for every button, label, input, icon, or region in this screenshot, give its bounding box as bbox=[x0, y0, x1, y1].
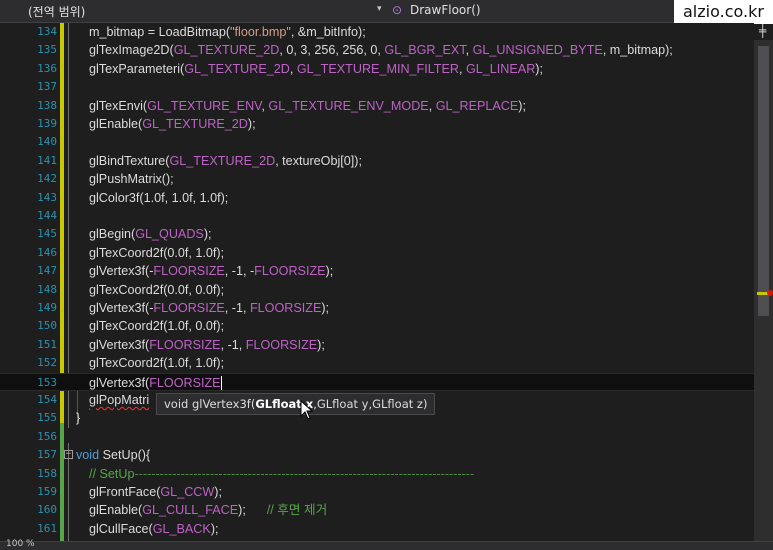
code-line[interactable]: 160 glEnable(GL_CULL_FACE); // 후면 제거 bbox=[0, 501, 754, 519]
code-text[interactable]: glVertex3f(-FLOORSIZE, -1, FLOORSIZE); bbox=[89, 299, 329, 317]
line-number: 146 bbox=[37, 245, 57, 259]
code-line[interactable]: 151 glVertex3f(FLOORSIZE, -1, FLOORSIZE); bbox=[0, 336, 754, 354]
code-line[interactable]: 139 glEnable(GL_TEXTURE_2D); bbox=[0, 115, 754, 133]
line-number: 154 bbox=[37, 393, 57, 406]
line-number: 160 bbox=[37, 503, 57, 517]
line-number: 143 bbox=[37, 190, 57, 204]
editor-navigation-bar: (전역 범위) ▾ ⊙ DrawFloor() bbox=[0, 0, 773, 23]
line-number: 156 bbox=[37, 429, 57, 443]
code-text[interactable]: } bbox=[76, 409, 80, 427]
function-dropdown[interactable]: DrawFloor() bbox=[410, 3, 481, 17]
code-text[interactable]: glTexParameteri(GL_TEXTURE_2D, GL_TEXTUR… bbox=[89, 60, 543, 78]
code-line[interactable]: 144 bbox=[0, 207, 754, 225]
line-number: 139 bbox=[37, 117, 57, 130]
code-text[interactable]: glTexCoord2f(0.0f, 1.0f); bbox=[89, 244, 224, 262]
code-line[interactable]: 134 m_bitmap = LoadBitmap("floor.bmp", &m… bbox=[0, 23, 754, 41]
line-number: 145 bbox=[37, 227, 57, 241]
code-line[interactable]: 138 glTexEnvi(GL_TEXTURE_ENV, GL_TEXTURE_… bbox=[0, 97, 754, 115]
function-icon: ⊙ bbox=[392, 3, 403, 17]
code-line[interactable]: 148 glTexCoord2f(0.0f, 0.0f); bbox=[0, 281, 754, 299]
code-line[interactable]: 146 glTexCoord2f(0.0f, 1.0f); bbox=[0, 244, 754, 262]
code-text[interactable]: void SetUp(){ bbox=[76, 446, 150, 464]
chevron-down-icon[interactable]: ▾ bbox=[377, 4, 382, 14]
code-text[interactable]: glTexCoord2f(1.0f, 0.0f); bbox=[89, 317, 224, 335]
line-number: 140 bbox=[37, 135, 57, 149]
mouse-cursor-icon bbox=[300, 400, 314, 420]
code-text[interactable]: glFrontFace(GL_CCW); bbox=[89, 483, 222, 501]
line-number: 158 bbox=[37, 466, 57, 480]
line-number: 153 bbox=[37, 375, 57, 389]
code-line[interactable]: 140 bbox=[0, 133, 754, 151]
line-number: 148 bbox=[37, 282, 57, 296]
line-number: 149 bbox=[37, 301, 57, 314]
line-number: 142 bbox=[37, 172, 57, 186]
code-line[interactable]: 142 glPushMatrix(); bbox=[0, 170, 754, 188]
code-text[interactable]: glVertex3f(-FLOORSIZE, -1, -FLOORSIZE); bbox=[89, 262, 333, 280]
code-text[interactable]: glPopMatri bbox=[89, 391, 149, 409]
code-text[interactable]: glVertex3f(FLOORSIZE, -1, FLOORSIZE); bbox=[89, 336, 325, 354]
code-line[interactable]: 136 glTexParameteri(GL_TEXTURE_2D, GL_TEX… bbox=[0, 60, 754, 78]
code-line[interactable]: 137 bbox=[0, 78, 754, 96]
code-line[interactable]: 150 glTexCoord2f(1.0f, 0.0f); bbox=[0, 317, 754, 335]
collapse-icon[interactable]: − bbox=[64, 450, 73, 460]
line-number: 161 bbox=[37, 521, 57, 535]
line-number: 152 bbox=[37, 356, 57, 370]
code-text[interactable]: m_bitmap = LoadBitmap("floor.bmp", &m_bi… bbox=[89, 23, 366, 41]
code-line[interactable]: 152 glTexCoord2f(1.0f, 1.0f); bbox=[0, 354, 754, 372]
code-text[interactable]: // SetUp--------------------------------… bbox=[89, 465, 474, 483]
scrollbar-error-marker bbox=[767, 290, 773, 296]
code-line[interactable]: 141 glBindTexture(GL_TEXTURE_2D, textureO… bbox=[0, 152, 754, 170]
code-text[interactable]: glTexCoord2f(1.0f, 1.0f); bbox=[89, 354, 224, 372]
line-number: 137 bbox=[37, 80, 57, 94]
code-line[interactable]: 147 glVertex3f(-FLOORSIZE, -1, -FLOORSIZE… bbox=[0, 262, 754, 280]
tooltip-signature-rest: ,GLfloat y,GLfloat z) bbox=[313, 397, 428, 411]
tooltip-signature-prefix: void glVertex3f( bbox=[164, 397, 256, 411]
watermark-label: alzio.co.kr bbox=[674, 0, 773, 24]
scope-dropdown[interactable]: (전역 범위) bbox=[28, 3, 85, 20]
code-line[interactable]: 157− void SetUp(){ bbox=[0, 446, 754, 464]
code-text[interactable]: glEnable(GL_TEXTURE_2D); bbox=[89, 115, 256, 133]
code-text[interactable]: glColor3f(1.0f, 1.0f, 1.0f); bbox=[89, 189, 228, 207]
code-line[interactable]: 159 glFrontFace(GL_CCW); bbox=[0, 483, 754, 501]
code-line[interactable]: 135 glTexImage2D(GL_TEXTURE_2D, 0, 3, 256… bbox=[0, 41, 754, 59]
vertical-scrollbar[interactable] bbox=[754, 40, 773, 541]
code-text[interactable]: glBegin(GL_QUADS); bbox=[89, 225, 212, 243]
zoom-level[interactable]: 100 % bbox=[6, 539, 35, 549]
split-window-icon[interactable]: ╪ bbox=[759, 24, 766, 38]
line-number: 135 bbox=[37, 43, 57, 57]
code-line[interactable]: 145 glBegin(GL_QUADS); bbox=[0, 225, 754, 243]
line-number: 159 bbox=[37, 485, 57, 498]
line-number: 136 bbox=[37, 61, 57, 75]
code-editor[interactable]: 134 m_bitmap = LoadBitmap("floor.bmp", &m… bbox=[0, 23, 754, 541]
code-text[interactable]: glTexCoord2f(0.0f, 0.0f); bbox=[89, 281, 224, 299]
line-number: 155 bbox=[37, 411, 57, 425]
line-number: 141 bbox=[37, 153, 57, 167]
code-text[interactable]: glPushMatrix(); bbox=[89, 170, 174, 188]
code-text[interactable]: glTexImage2D(GL_TEXTURE_2D, 0, 3, 256, 2… bbox=[89, 41, 673, 59]
code-text[interactable]: glVertex3f(FLOORSIZE bbox=[89, 374, 222, 392]
line-number: 138 bbox=[37, 98, 57, 112]
line-number: 147 bbox=[37, 264, 57, 278]
line-number: 157 bbox=[37, 448, 57, 462]
code-text[interactable]: glBindTexture(GL_TEXTURE_2D, textureObj[… bbox=[89, 152, 362, 170]
code-line[interactable]: 153 glVertex3f(FLOORSIZE bbox=[0, 372, 754, 392]
line-number: 134 bbox=[37, 25, 57, 38]
code-line[interactable]: 149 glVertex3f(-FLOORSIZE, -1, FLOORSIZE)… bbox=[0, 299, 754, 317]
code-text[interactable]: glTexEnvi(GL_TEXTURE_ENV, GL_TEXTURE_ENV… bbox=[89, 97, 526, 115]
code-line[interactable]: 143 glColor3f(1.0f, 1.0f, 1.0f); bbox=[0, 189, 754, 207]
code-line[interactable]: 156 bbox=[0, 428, 754, 446]
scrollbar-thumb[interactable] bbox=[758, 46, 769, 316]
line-number: 150 bbox=[37, 319, 57, 333]
line-number: 144 bbox=[37, 209, 57, 222]
code-line[interactable]: 161 glCullFace(GL_BACK); bbox=[0, 520, 754, 538]
code-line[interactable]: 158 // SetUp-----------------------------… bbox=[0, 465, 754, 483]
code-text[interactable]: glEnable(GL_CULL_FACE); // 후면 제거 bbox=[89, 501, 327, 519]
code-text[interactable]: glCullFace(GL_BACK); bbox=[89, 520, 219, 538]
line-number: 151 bbox=[37, 337, 57, 351]
parameter-info-tooltip: void glVertex3f(GLfloat x,GLfloat y,GLfl… bbox=[156, 393, 436, 415]
